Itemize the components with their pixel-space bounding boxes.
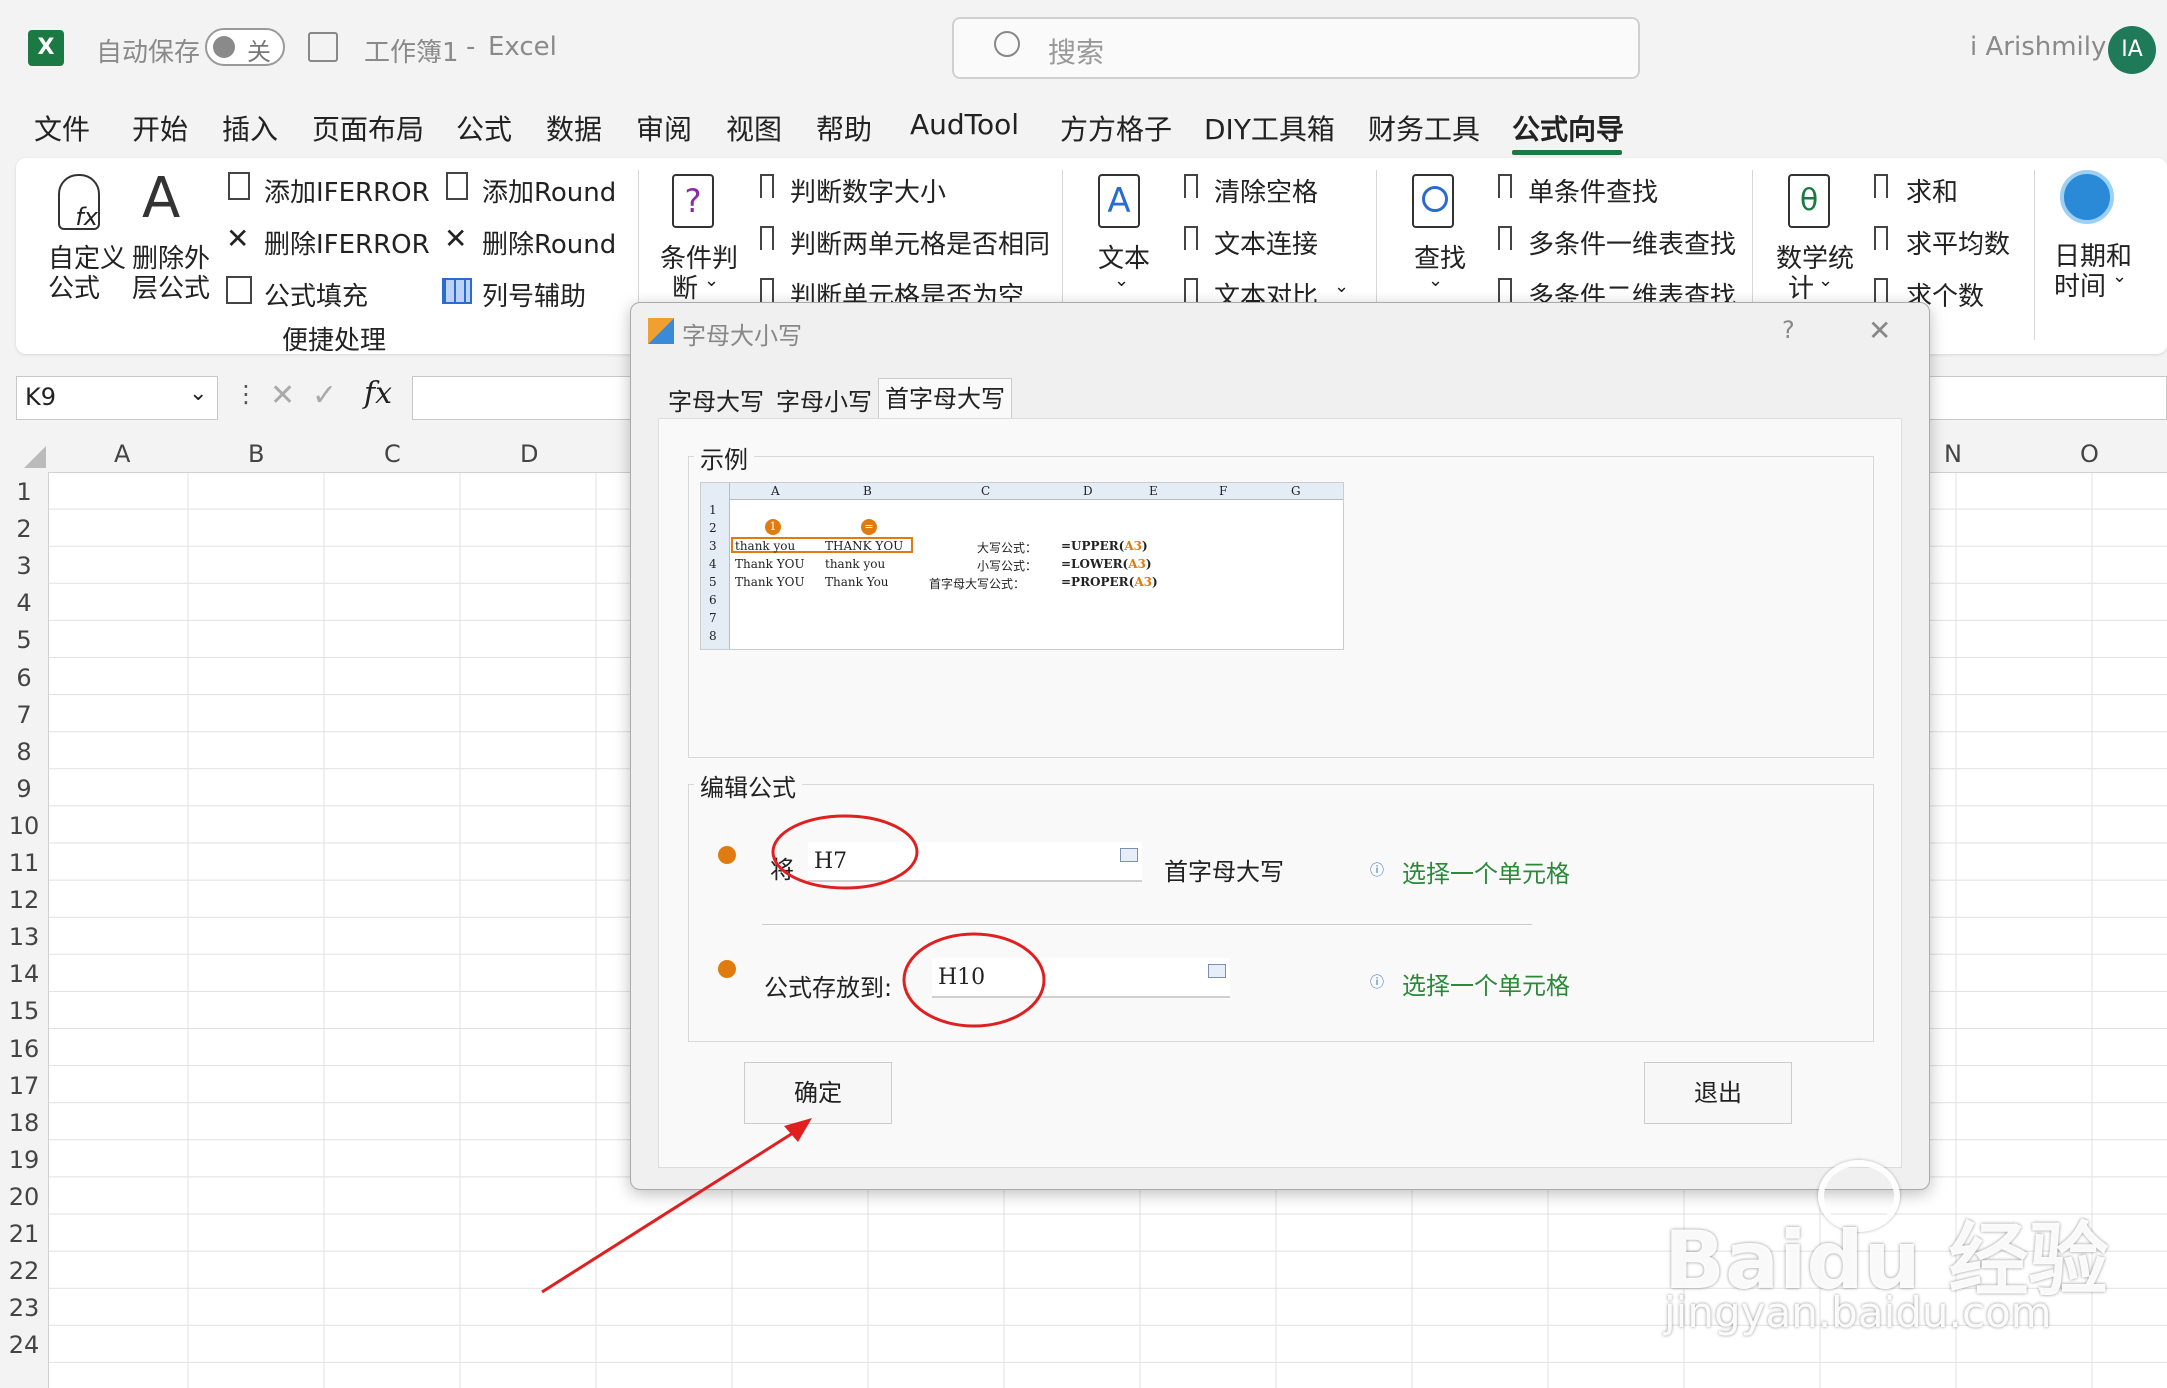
annotation-circle-2 bbox=[902, 932, 1046, 1028]
annotation-circle-1 bbox=[771, 814, 919, 890]
watermark-url: jingyan.baidu.com bbox=[1664, 1288, 2052, 1337]
annotation-arrow-line bbox=[541, 1124, 805, 1294]
annotation-arrow-head bbox=[784, 1118, 812, 1142]
